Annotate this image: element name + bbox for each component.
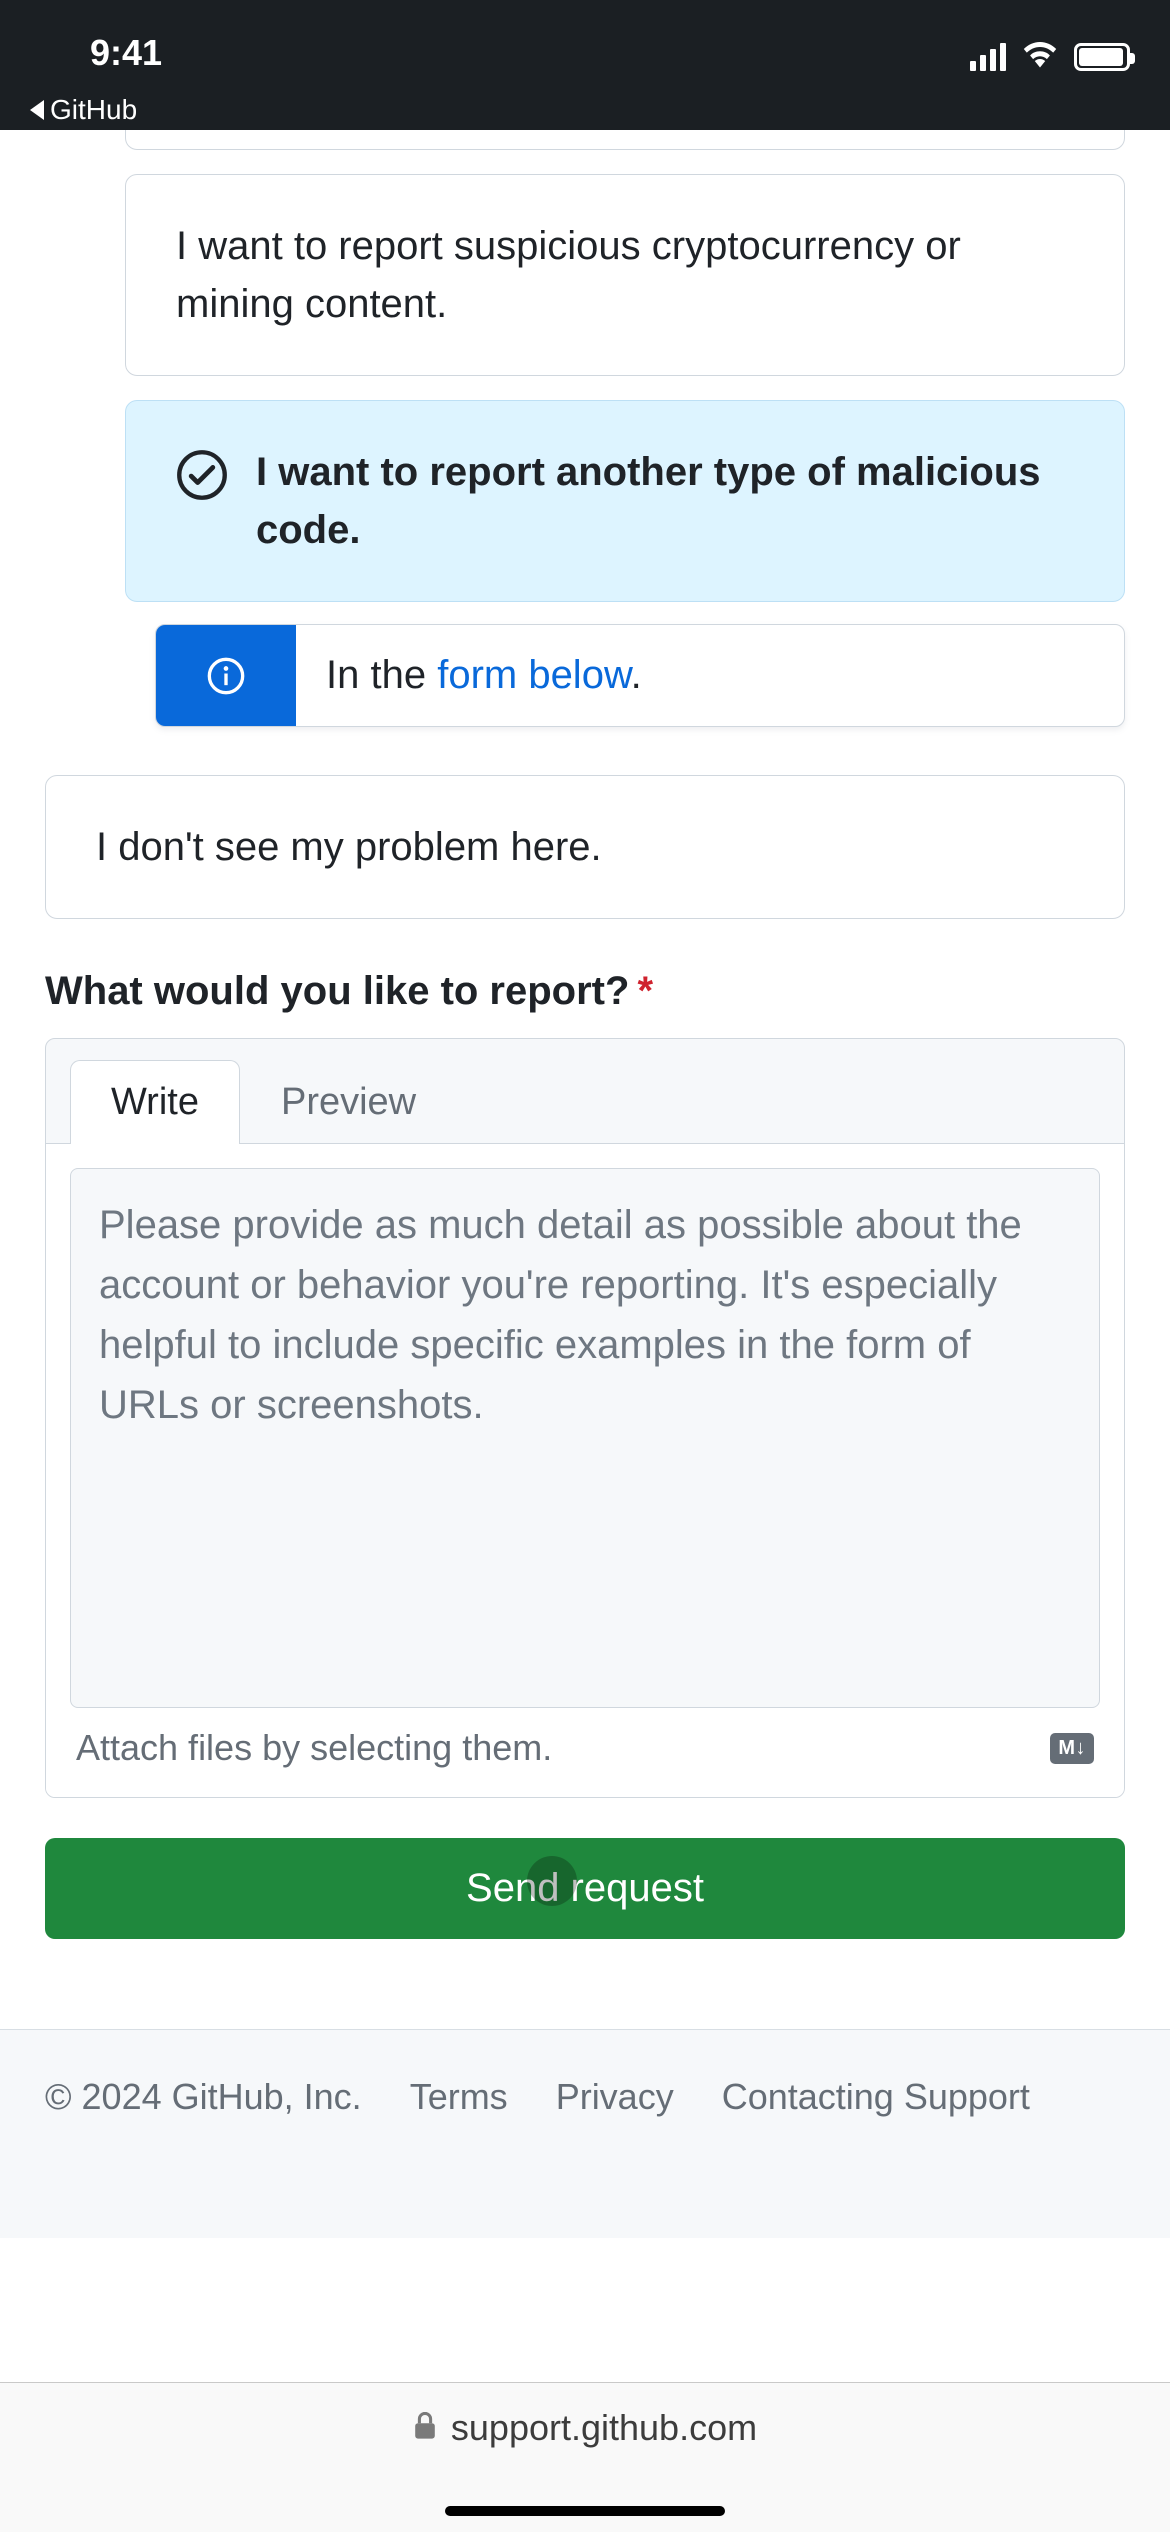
status-time: 9:41 <box>90 32 162 74</box>
lock-icon <box>413 2407 437 2449</box>
url-display[interactable]: support.github.com <box>413 2407 757 2449</box>
required-asterisk: * <box>637 969 653 1013</box>
editor-body: Attach files by selecting them. M↓ <box>46 1143 1124 1797</box>
footer-privacy-link[interactable]: Privacy <box>556 2076 674 2118</box>
home-indicator[interactable] <box>445 2506 725 2516</box>
browser-bar: support.github.com <box>0 2382 1170 2532</box>
wifi-icon <box>1022 40 1058 73</box>
report-textarea[interactable] <box>70 1168 1100 1708</box>
markdown-badge-icon[interactable]: M↓ <box>1050 1733 1094 1764</box>
back-app-label: GitHub <box>50 94 137 126</box>
url-text: support.github.com <box>451 2407 757 2449</box>
footer-contact-link[interactable]: Contacting Support <box>722 2076 1030 2118</box>
option-not-listed-label: I don't see my problem here. <box>96 825 602 869</box>
back-to-app[interactable]: GitHub <box>30 94 137 126</box>
tab-write[interactable]: Write <box>70 1060 240 1144</box>
info-icon <box>156 625 296 726</box>
option-other-malicious[interactable]: I want to report another type of malicio… <box>125 400 1125 602</box>
option-card-partial <box>125 130 1125 150</box>
tab-preview[interactable]: Preview <box>240 1060 457 1144</box>
attach-hint[interactable]: Attach files by selecting them. <box>76 1727 552 1769</box>
info-text: In the form below. <box>296 625 672 726</box>
option-crypto[interactable]: I want to report suspicious cryptocurren… <box>125 174 1125 376</box>
status-icons <box>970 40 1130 73</box>
page-footer: © 2024 GitHub, Inc. Terms Privacy Contac… <box>0 2029 1170 2238</box>
cellular-icon <box>970 43 1006 71</box>
checkmark-circle-icon <box>176 449 228 517</box>
form-label: What would you like to report?* <box>45 969 1125 1014</box>
form-below-link[interactable]: form below <box>437 653 630 697</box>
battery-icon <box>1074 43 1130 71</box>
back-caret-icon <box>30 100 44 120</box>
editor-tabs: Write Preview <box>46 1039 1124 1143</box>
touch-indicator <box>527 1856 577 1906</box>
report-form: What would you like to report?* Write Pr… <box>45 969 1125 1939</box>
send-request-button[interactable]: Send request <box>45 1838 1125 1939</box>
option-not-listed[interactable]: I don't see my problem here. <box>45 775 1125 919</box>
editor-box: Write Preview Attach files by selecting … <box>45 1038 1125 1798</box>
option-other-malicious-label: I want to report another type of malicio… <box>256 443 1074 559</box>
editor-footer: Attach files by selecting them. M↓ <box>70 1713 1100 1773</box>
footer-copyright: © 2024 GitHub, Inc. <box>45 2076 362 2118</box>
option-crypto-label: I want to report suspicious cryptocurren… <box>176 224 961 326</box>
info-callout: In the form below. <box>155 624 1125 727</box>
status-bar: 9:41 GitHub <box>0 0 1170 130</box>
footer-terms-link[interactable]: Terms <box>410 2076 508 2118</box>
